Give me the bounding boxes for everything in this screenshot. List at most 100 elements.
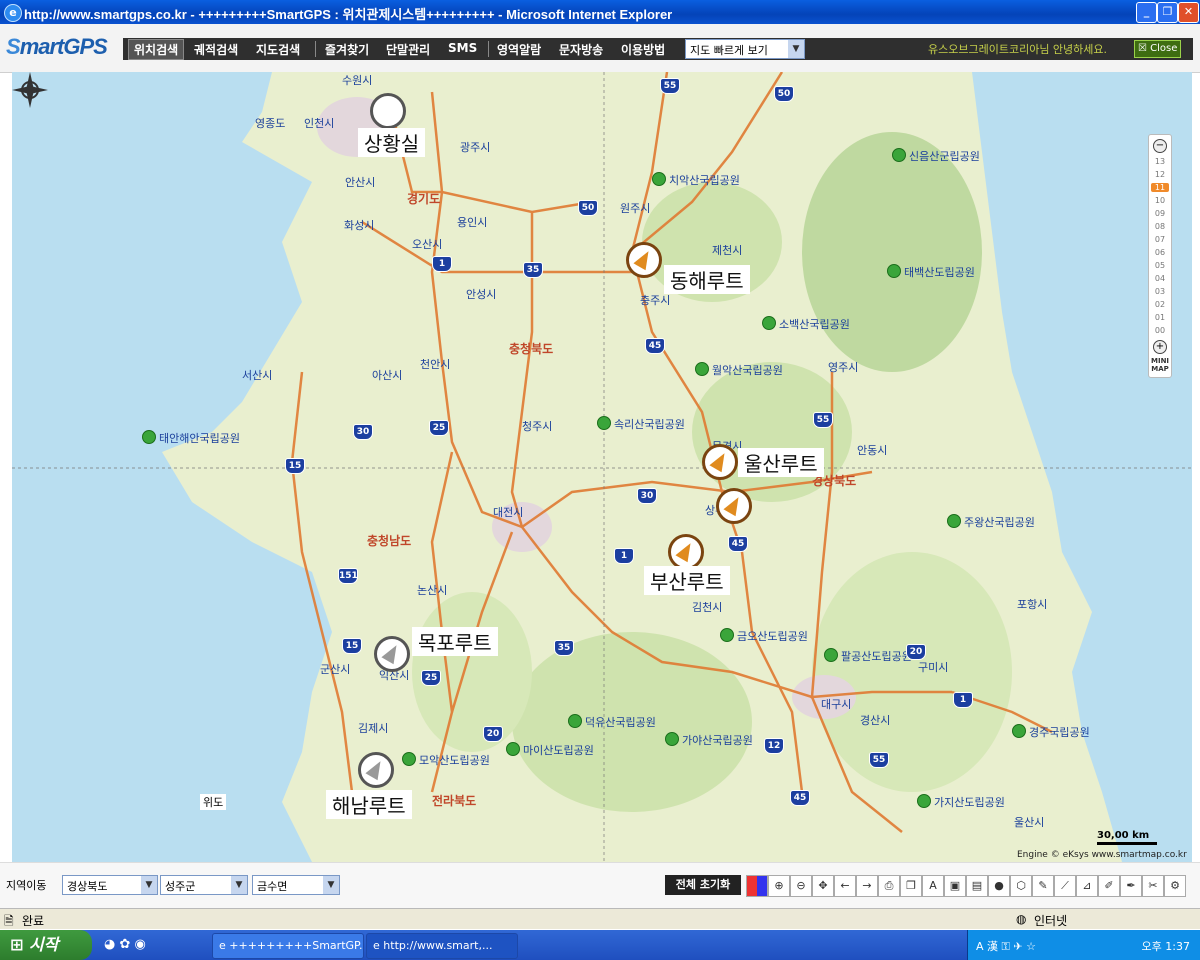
text-icon[interactable]: A [922, 875, 944, 897]
place-label: 인천시 [304, 117, 335, 130]
nav-location-search[interactable]: 위치검색 [128, 39, 185, 60]
nav-text-broadcast[interactable]: 문자방송 [559, 41, 603, 58]
arrow-right-icon[interactable]: → [856, 875, 878, 897]
minimap-button[interactable]: MINI MAP [1151, 357, 1169, 373]
tray-icons[interactable]: A 漢 ⚿ ✈ ☆ [976, 938, 1036, 954]
highway-shield: 1 [953, 692, 973, 708]
pan-icon[interactable]: ✥ [812, 875, 834, 897]
highway-shield: 45 [645, 338, 665, 354]
draw-icon[interactable]: ✐ [1098, 875, 1120, 897]
maximize-button[interactable]: ❐ [1157, 2, 1178, 23]
print-icon[interactable]: ⎙ [878, 875, 900, 897]
zoom-in-tool-icon[interactable]: ⊕ [768, 875, 790, 897]
zoom-level[interactable]: 04 [1151, 274, 1169, 283]
park-label: 팔공산도립공원 [824, 648, 912, 664]
zoom-level[interactable]: 08 [1151, 222, 1169, 231]
color-icon[interactable] [746, 875, 768, 897]
vehicle-marker[interactable] [358, 752, 394, 788]
town-select[interactable]: 금수면 ▼ [252, 875, 340, 895]
zoom-level[interactable]: 07 [1151, 235, 1169, 244]
province-select[interactable]: 경상북도 ▼ [62, 875, 158, 895]
smartgps-logo[interactable]: SmartGPS [6, 34, 108, 60]
pen-icon[interactable]: ✒ [1120, 875, 1142, 897]
start-button[interactable]: ⊞ 시작 [0, 930, 92, 960]
province-label: 충청북도 [509, 342, 554, 356]
taskbar-item-active[interactable]: e http://www.smart,... [366, 933, 518, 959]
tree-icon [947, 514, 961, 528]
zoom-control[interactable]: − 13 12 11 10 09 08 07 06 05 04 03 02 01… [1148, 134, 1172, 378]
park-name: 모악산도립공원 [419, 754, 490, 767]
gear-icon[interactable]: ⚙ [1164, 875, 1186, 897]
zoom-level[interactable]: 12 [1151, 170, 1169, 179]
highway-shield: 35 [554, 640, 574, 656]
nav-how-to-use[interactable]: 이용방법 [621, 41, 665, 58]
zoom-level[interactable]: 05 [1151, 261, 1169, 270]
save-icon[interactable]: ▤ [966, 875, 988, 897]
park-label: 모악산도립공원 [402, 752, 490, 768]
tools-icon[interactable]: ✂ [1142, 875, 1164, 897]
zoom-level[interactable]: 10 [1151, 196, 1169, 205]
tree-icon [917, 794, 931, 808]
polygon-icon[interactable]: ⬡ [1010, 875, 1032, 897]
zoom-level-current[interactable]: 11 [1151, 183, 1169, 192]
zoom-level[interactable]: 13 [1151, 157, 1169, 166]
route-label-east-sea[interactable]: 동해루트 [664, 265, 750, 294]
vehicle-marker[interactable] [626, 242, 662, 278]
zoom-in-icon[interactable]: + [1153, 340, 1167, 354]
route-label-mokpo[interactable]: 목포루트 [412, 627, 498, 656]
quicklaunch-icons[interactable]: ◕ ✿ ◉ [104, 937, 146, 952]
arrow-left-icon[interactable]: ← [834, 875, 856, 897]
chevron-down-icon: ▼ [323, 876, 339, 894]
zoom-level[interactable]: 03 [1151, 287, 1169, 296]
route-label-busan[interactable]: 부산루트 [644, 566, 730, 595]
park-name: 치악산국립공원 [669, 174, 740, 187]
vehicle-marker[interactable] [374, 636, 410, 672]
vehicle-marker[interactable] [702, 444, 738, 480]
close-label: Close [1150, 43, 1178, 54]
zoom-level[interactable]: 09 [1151, 209, 1169, 218]
place-label: 구미시 [918, 661, 949, 674]
map-canvas[interactable]: 경기도 충청북도 충청남도 경상북도 전라북도 영종도 인천시 광주시 안산시 … [12, 72, 1192, 862]
minimize-button[interactable]: _ [1136, 2, 1157, 23]
browser-statusbar: 🗎 완료 ◍ 인터넷 [0, 908, 1200, 929]
zoom-level[interactable]: 06 [1151, 248, 1169, 257]
highway-shield: 45 [790, 790, 810, 806]
place-label: 안성시 [466, 288, 497, 301]
zoom-out-tool-icon[interactable]: ⊖ [790, 875, 812, 897]
nav-map-search[interactable]: 지도검색 [256, 41, 300, 58]
nav-area-alarm[interactable]: 영역알람 [497, 41, 541, 58]
circle-icon[interactable]: ● [988, 875, 1010, 897]
taskbar-item[interactable]: e +++++++++SmartGP... [212, 933, 364, 959]
zoom-out-icon[interactable]: − [1153, 139, 1167, 153]
eraser-icon[interactable]: ✎ [1032, 875, 1054, 897]
nav-device-manage[interactable]: 단말관리 [386, 41, 430, 58]
vehicle-marker[interactable] [668, 534, 704, 570]
zoom-level[interactable]: 00 [1151, 326, 1169, 335]
measure-icon[interactable]: ⟋ [1054, 875, 1076, 897]
tree-icon [665, 732, 679, 746]
county-select[interactable]: 성주군 ▼ [160, 875, 248, 895]
route-label-haenam[interactable]: 해남루트 [326, 790, 412, 819]
vehicle-marker[interactable] [370, 93, 406, 129]
close-window-button[interactable]: ✕ [1178, 2, 1199, 23]
area-icon[interactable]: ⊿ [1076, 875, 1098, 897]
nav-track-search[interactable]: 궤적검색 [194, 41, 238, 58]
logout-close-button[interactable]: ☒ Close [1134, 40, 1182, 58]
image-icon[interactable]: ▣ [944, 875, 966, 897]
zoom-level[interactable]: 01 [1151, 313, 1169, 322]
nav-favorites[interactable]: 즐겨찾기 [325, 41, 369, 58]
nav-sms[interactable]: SMS [448, 41, 477, 55]
place-label: 청주시 [522, 420, 553, 433]
route-label-ulsan[interactable]: 울산루트 [738, 448, 824, 477]
vehicle-marker[interactable] [716, 488, 752, 524]
quick-view-select[interactable]: 지도 빠르게 보기 ▼ [685, 39, 805, 59]
province-label: 충청남도 [367, 534, 412, 548]
park-label: 경주국립공원 [1012, 724, 1090, 740]
highway-shield: 15 [342, 638, 362, 654]
zoom-level[interactable]: 02 [1151, 300, 1169, 309]
park-name: 덕유산국립공원 [585, 716, 656, 729]
reset-all-button[interactable]: 전체 초기화 [665, 875, 741, 895]
route-label-situation-room[interactable]: 상황실 [358, 128, 426, 157]
copy-icon[interactable]: ❐ [900, 875, 922, 897]
place-label: 영종도 [255, 117, 286, 130]
